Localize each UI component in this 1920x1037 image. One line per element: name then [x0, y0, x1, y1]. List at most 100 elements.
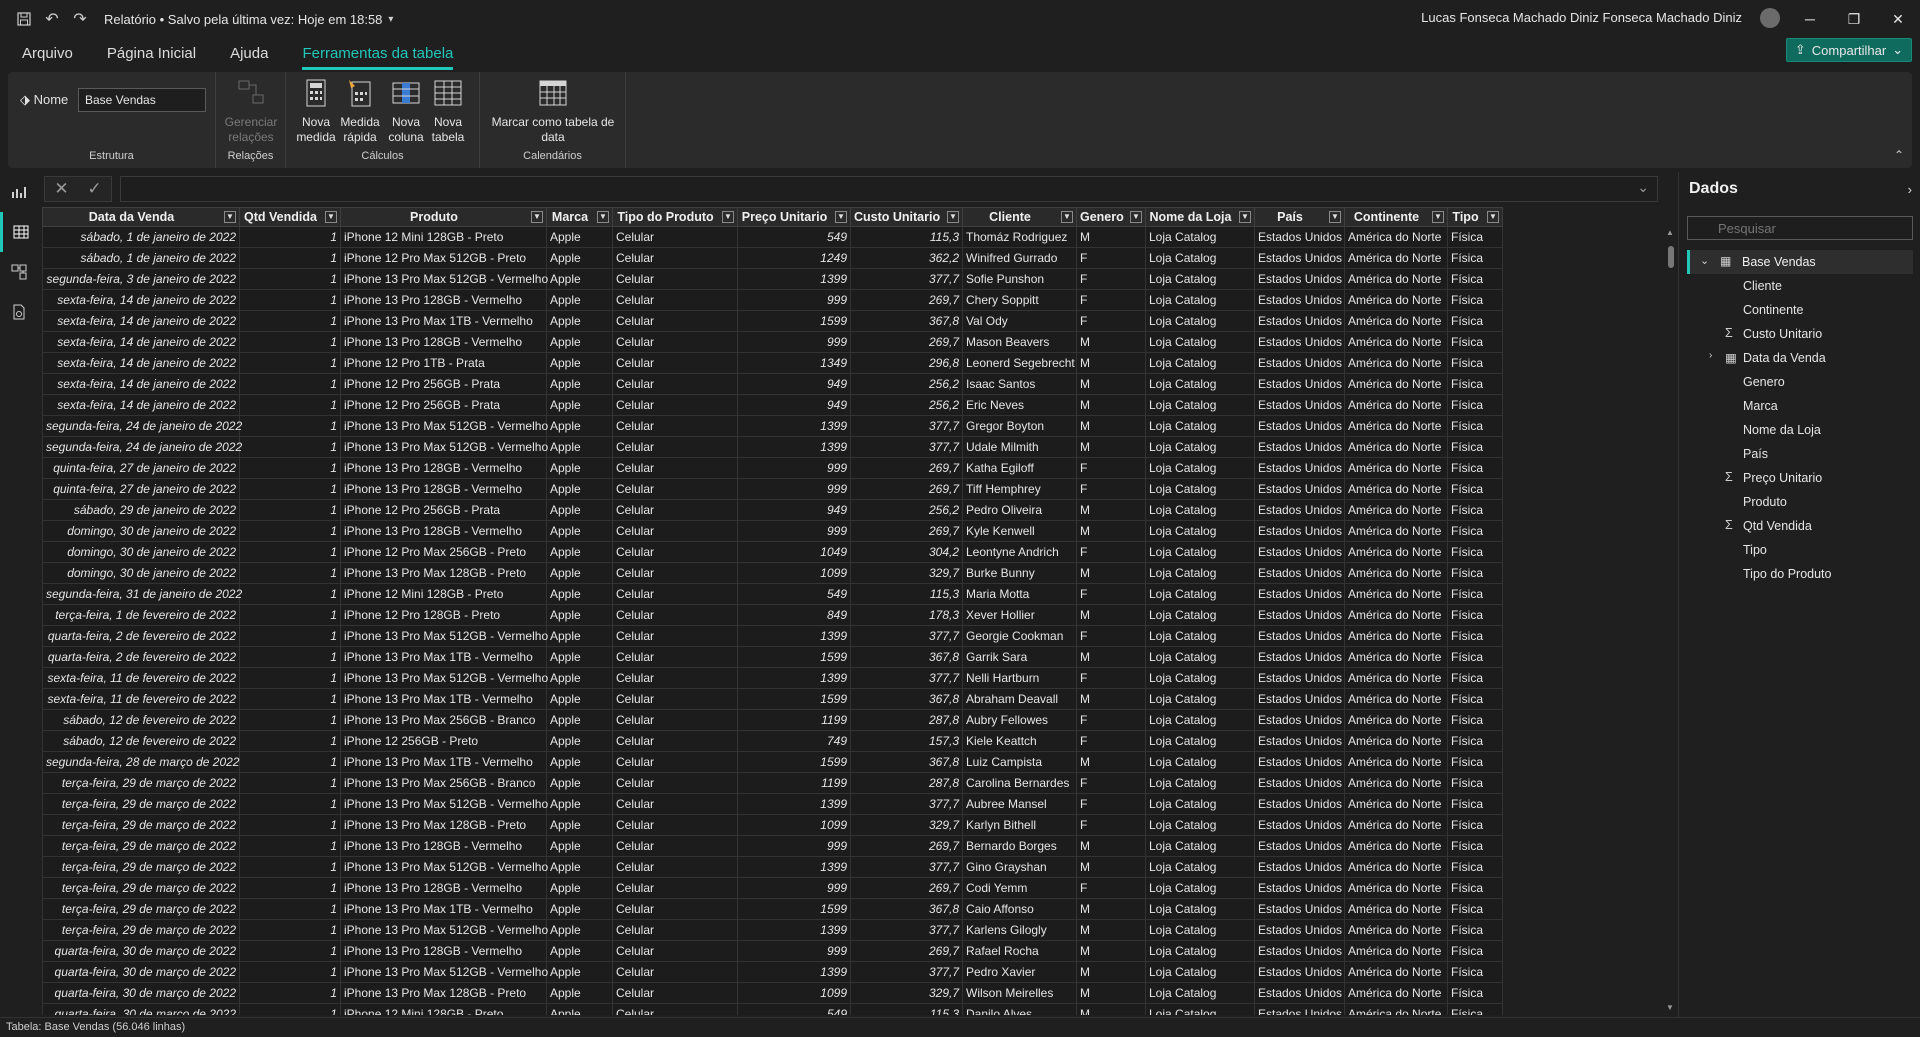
table-cell[interactable]: quarta-feira, 30 de março de 2022: [42, 982, 240, 1004]
table-cell[interactable]: Estados Unidos: [1254, 856, 1345, 878]
table-cell[interactable]: Loja Catalog: [1145, 520, 1255, 542]
table-cell[interactable]: 1: [239, 688, 341, 710]
table-cell[interactable]: 287,8: [850, 772, 963, 794]
table-cell[interactable]: 329,7: [850, 814, 963, 836]
table-cell[interactable]: 999: [737, 457, 851, 479]
table-cell[interactable]: sexta-feira, 14 de janeiro de 2022: [42, 310, 240, 332]
table-cell[interactable]: Celular: [612, 352, 738, 374]
table-cell[interactable]: 157,3: [850, 730, 963, 752]
table-cell[interactable]: Karlens Gilogly: [962, 919, 1077, 941]
table-cell[interactable]: quarta-feira, 2 de fevereiro de 2022: [42, 646, 240, 668]
quick-measure-button[interactable]: Medida rápida: [338, 78, 382, 145]
table-cell[interactable]: Loja Catalog: [1145, 562, 1255, 584]
table-cell[interactable]: América do Norte: [1344, 940, 1448, 962]
table-cell[interactable]: América do Norte: [1344, 373, 1448, 395]
field-item[interactable]: Continente: [1679, 298, 1920, 322]
table-cell[interactable]: Aubree Mansel: [962, 793, 1077, 815]
table-cell[interactable]: Loja Catalog: [1145, 646, 1255, 668]
mark-date-table-button[interactable]: Marcar como tabela de data: [488, 78, 618, 145]
table-cell[interactable]: sexta-feira, 14 de janeiro de 2022: [42, 331, 240, 353]
table-cell[interactable]: Celular: [612, 667, 738, 689]
table-cell[interactable]: iPhone 13 Pro Max 128GB - Preto: [340, 562, 547, 584]
table-cell[interactable]: 1399: [737, 415, 851, 437]
table-cell[interactable]: Apple: [546, 856, 613, 878]
table-cell[interactable]: Pedro Xavier: [962, 961, 1077, 983]
column-header[interactable]: Preço Unitario ▼: [737, 207, 851, 227]
table-cell[interactable]: Física: [1447, 226, 1503, 248]
table-cell[interactable]: Estados Unidos: [1254, 373, 1345, 395]
table-cell[interactable]: Estados Unidos: [1254, 646, 1345, 668]
table-cell[interactable]: 1: [239, 331, 341, 353]
table-cell[interactable]: Física: [1447, 583, 1503, 605]
table-cell[interactable]: Estados Unidos: [1254, 751, 1345, 773]
table-cell[interactable]: Loja Catalog: [1145, 604, 1255, 626]
table-cell[interactable]: Loja Catalog: [1145, 877, 1255, 899]
table-row[interactable]: sexta-feira, 14 de janeiro de 2022 1 iPhon…: [42, 310, 1503, 332]
table-cell[interactable]: Celular: [612, 856, 738, 878]
table-row[interactable]: sábado, 29 de janeiro de 2022 1 iPhone 12 …: [42, 499, 1503, 521]
table-row[interactable]: segunda-feira, 24 de janeiro de 2022 1 iPh…: [42, 436, 1503, 458]
table-cell[interactable]: Apple: [546, 772, 613, 794]
table-row[interactable]: sexta-feira, 14 de janeiro de 2022 1 iPhon…: [42, 331, 1503, 353]
table-cell[interactable]: 269,7: [850, 331, 963, 353]
table-cell[interactable]: Estados Unidos: [1254, 919, 1345, 941]
table-cell[interactable]: Apple: [546, 415, 613, 437]
table-cell[interactable]: Loja Catalog: [1145, 898, 1255, 920]
table-cell[interactable]: iPhone 13 Pro 128GB - Vermelho: [340, 940, 547, 962]
table-cell[interactable]: iPhone 13 Pro Max 512GB - Vermelho: [340, 415, 548, 437]
table-cell[interactable]: 1249: [737, 247, 851, 269]
field-item[interactable]: Σ Qtd Vendida: [1679, 514, 1920, 538]
table-cell[interactable]: Celular: [612, 814, 738, 836]
table-cell[interactable]: América do Norte: [1344, 247, 1448, 269]
table-cell[interactable]: 1599: [737, 898, 851, 920]
table-node-base-vendas[interactable]: ⌄ ▦ Base Vendas: [1687, 250, 1913, 274]
table-cell[interactable]: iPhone 13 Pro Max 1TB - Vermelho: [340, 688, 547, 710]
table-cell[interactable]: América do Norte: [1344, 478, 1448, 500]
table-cell[interactable]: 1: [239, 394, 341, 416]
table-cell[interactable]: 256,2: [850, 373, 963, 395]
table-cell[interactable]: Celular: [612, 877, 738, 899]
table-cell[interactable]: Física: [1447, 877, 1503, 899]
commit-icon[interactable]: ✓: [87, 179, 101, 199]
table-cell[interactable]: M: [1076, 961, 1146, 983]
table-row[interactable]: sexta-feira, 11 de fevereiro de 2022 1 iPh…: [42, 688, 1503, 710]
table-cell[interactable]: 549: [737, 583, 851, 605]
table-cell[interactable]: Física: [1447, 562, 1503, 584]
filter-dropdown-icon[interactable]: ▼: [1061, 211, 1073, 223]
scroll-down-icon[interactable]: ▼: [1666, 1003, 1674, 1012]
table-cell[interactable]: Apple: [546, 310, 613, 332]
table-cell[interactable]: Loja Catalog: [1145, 352, 1255, 374]
table-cell[interactable]: 1: [239, 583, 341, 605]
table-cell[interactable]: 256,2: [850, 394, 963, 416]
table-cell[interactable]: Estados Unidos: [1254, 709, 1345, 731]
table-cell[interactable]: América do Norte: [1344, 646, 1448, 668]
table-cell[interactable]: 1: [239, 856, 341, 878]
table-cell[interactable]: Loja Catalog: [1145, 919, 1255, 941]
table-cell[interactable]: Apple: [546, 268, 613, 290]
table-cell[interactable]: Celular: [612, 688, 738, 710]
table-cell[interactable]: quarta-feira, 30 de março de 2022: [42, 1003, 240, 1015]
table-cell[interactable]: Nelli Hartburn: [962, 667, 1077, 689]
table-cell[interactable]: sexta-feira, 14 de janeiro de 2022: [42, 352, 240, 374]
table-row[interactable]: segunda-feira, 28 de março de 2022 1 iPhon…: [42, 751, 1503, 773]
field-item[interactable]: Genero: [1679, 370, 1920, 394]
table-row[interactable]: quarta-feira, 30 de março de 2022 1 iPhone…: [42, 1003, 1503, 1015]
table-cell[interactable]: Estados Unidos: [1254, 772, 1345, 794]
table-cell[interactable]: Loja Catalog: [1145, 457, 1255, 479]
column-header[interactable]: Genero ▼: [1076, 207, 1146, 227]
table-cell[interactable]: 269,7: [850, 457, 963, 479]
table-cell[interactable]: Tiff Hemphrey: [962, 478, 1077, 500]
table-cell[interactable]: Física: [1447, 667, 1503, 689]
table-cell[interactable]: Física: [1447, 793, 1503, 815]
table-cell[interactable]: Apple: [546, 478, 613, 500]
table-cell[interactable]: 1: [239, 352, 341, 374]
table-cell[interactable]: segunda-feira, 31 de janeiro de 2022: [42, 583, 242, 605]
table-cell[interactable]: Física: [1447, 289, 1503, 311]
table-cell[interactable]: iPhone 13 Pro Max 512GB - Vermelho: [340, 919, 548, 941]
table-cell[interactable]: Loja Catalog: [1145, 247, 1255, 269]
table-cell[interactable]: Celular: [612, 961, 738, 983]
table-cell[interactable]: Apple: [546, 394, 613, 416]
table-cell[interactable]: 1399: [737, 793, 851, 815]
table-cell[interactable]: Apple: [546, 667, 613, 689]
table-cell[interactable]: M: [1076, 646, 1146, 668]
